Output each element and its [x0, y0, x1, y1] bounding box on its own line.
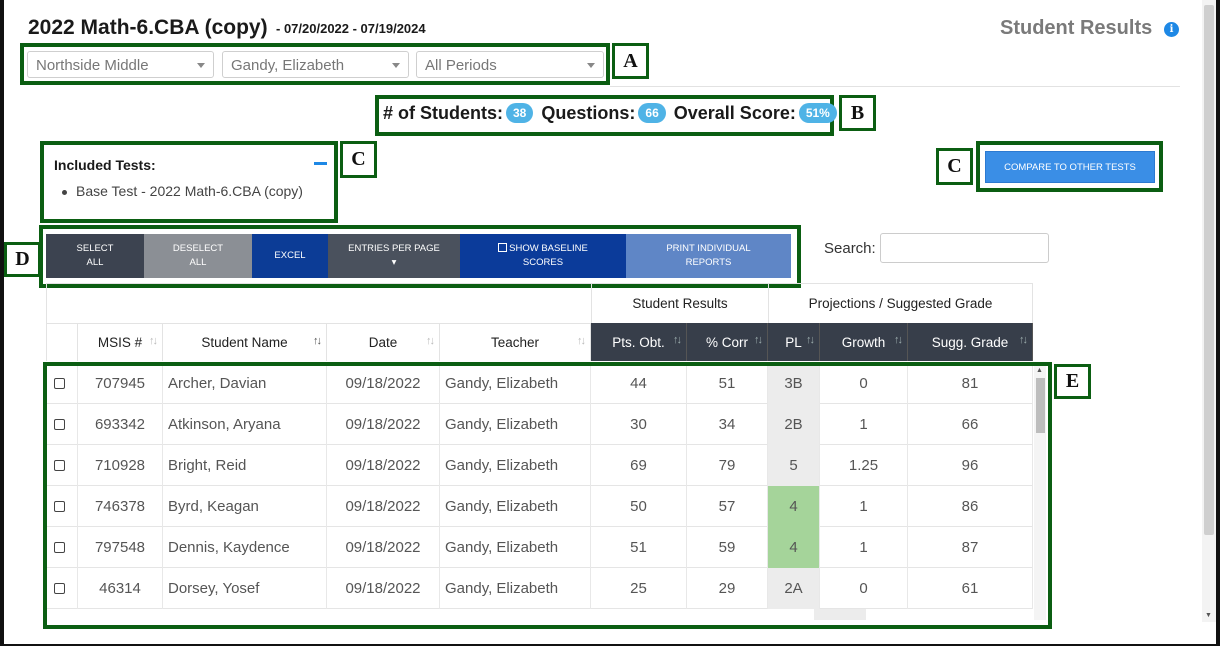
- select-all-label-line1: SELECT: [76, 243, 114, 254]
- col-header-checkbox: [46, 323, 78, 361]
- select-all-label-line2: ALL: [86, 257, 104, 268]
- sort-icon: ↑↓: [673, 334, 682, 346]
- sort-icon: ↑↓: [754, 334, 763, 346]
- chevron-down-icon: [197, 63, 205, 68]
- included-tests-title: Included Tests:: [54, 157, 156, 173]
- sort-icon: ↑↓: [1019, 334, 1028, 346]
- show-baseline-scores-button[interactable]: SHOW BASELINE SCORES: [460, 234, 626, 278]
- sort-icon: ↑↓: [894, 334, 903, 346]
- col-header-pct-corr[interactable]: % Corr ↑↓: [687, 323, 768, 361]
- header-divider: [610, 86, 1180, 87]
- school-select[interactable]: Northside Middle: [27, 51, 214, 78]
- print-label-line2: REPORTS: [685, 257, 732, 268]
- col-header-pl[interactable]: PL ↑↓: [768, 323, 820, 361]
- print-individual-reports-button[interactable]: PRINT INDIVIDUAL REPORTS: [626, 234, 791, 278]
- page-scrollbar-thumb[interactable]: [1204, 5, 1214, 535]
- search-input[interactable]: [880, 233, 1049, 263]
- col-header-pts-label: Pts. Obt.: [612, 334, 665, 350]
- group-header-spacer: [46, 283, 591, 323]
- chevron-down-icon: ▾: [391, 257, 397, 268]
- annotation-box-c-included: [40, 141, 338, 223]
- annotation-box-e: [43, 362, 1052, 629]
- students-count-badge: 38: [506, 103, 534, 124]
- students-label: # of Students:: [383, 103, 503, 123]
- search-label: Search:: [824, 240, 876, 257]
- col-header-growth[interactable]: Growth ↑↓: [820, 323, 908, 361]
- entries-per-page-label: ENTRIES PER PAGE: [348, 243, 440, 254]
- chevron-down-icon: [392, 63, 400, 68]
- chevron-down-icon: [587, 63, 595, 68]
- sort-asc-icon: ↑↓: [313, 335, 322, 347]
- col-header-corr-label: % Corr: [705, 334, 748, 350]
- collapse-icon[interactable]: [314, 162, 327, 165]
- col-header-date-label: Date: [368, 335, 398, 350]
- entries-per-page-button[interactable]: ENTRIES PER PAGE ▾: [328, 234, 460, 278]
- teacher-select[interactable]: Gandy, Elizabeth: [222, 51, 409, 78]
- deselect-all-label-line2: ALL: [189, 257, 207, 268]
- col-header-teacher[interactable]: Teacher ↑↓: [440, 323, 591, 361]
- sort-icon: ↑↓: [806, 334, 815, 346]
- test-title: 2022 Math-6.CBA (copy): [28, 16, 268, 39]
- scroll-down-icon[interactable]: ▼: [1205, 612, 1212, 619]
- col-header-sugg-grade[interactable]: Sugg. Grade ↑↓: [908, 323, 1033, 361]
- period-select[interactable]: All Periods: [416, 51, 604, 78]
- overall-score-badge: 51%: [798, 103, 837, 124]
- overall-score-label: Overall Score:: [673, 103, 796, 123]
- excel-button[interactable]: EXCEL: [252, 234, 328, 278]
- included-test-item: Base Test - 2022 Math-6.CBA (copy): [62, 183, 303, 199]
- deselect-all-button[interactable]: DESELECT ALL: [144, 234, 252, 278]
- excel-label: EXCEL: [274, 250, 306, 261]
- show-baseline-label: SHOW BASELINE: [509, 243, 588, 254]
- col-header-msis-label: MSIS #: [97, 335, 143, 350]
- sort-icon: ↑↓: [426, 335, 435, 347]
- summary-stats: # of Students: 38 Questions: 66 Overall Sc…: [383, 103, 840, 124]
- compare-to-other-tests-button[interactable]: COMPARE TO OTHER TESTS: [985, 151, 1155, 183]
- group-header-projections: Projections / Suggested Grade: [768, 283, 1033, 323]
- col-header-growth-label: Growth: [841, 334, 886, 350]
- annotation-label-c-included: C: [340, 141, 377, 178]
- show-baseline-label-line2: SCORES: [522, 257, 564, 268]
- test-date-range: - 07/20/2022 - 07/19/2024: [276, 21, 426, 36]
- annotation-label-c-compare: C: [936, 148, 973, 185]
- sort-icon: ↑↓: [577, 335, 586, 347]
- col-header-date[interactable]: Date ↑↓: [327, 323, 440, 361]
- col-header-teacher-label: Teacher: [490, 335, 540, 350]
- col-header-name-label: Student Name: [201, 335, 288, 350]
- sort-icon: ↑↓: [149, 335, 158, 347]
- annotation-label-e: E: [1054, 364, 1091, 399]
- annotation-label-b: B: [839, 95, 876, 131]
- period-select-value: All Periods: [425, 57, 497, 74]
- col-header-pts-obt[interactable]: Pts. Obt. ↑↓: [591, 323, 687, 361]
- questions-count-badge: 66: [638, 103, 666, 124]
- questions-label: Questions:: [541, 103, 636, 123]
- info-icon[interactable]: i: [1164, 22, 1179, 37]
- checkbox-icon: [498, 243, 508, 252]
- teacher-select-value: Gandy, Elizabeth: [231, 57, 345, 74]
- school-select-value: Northside Middle: [36, 57, 149, 74]
- select-all-button[interactable]: SELECT ALL: [46, 234, 144, 278]
- annotation-label-a: A: [612, 43, 649, 79]
- col-header-pl-label: PL: [785, 334, 802, 350]
- print-label-line1: PRINT INDIVIDUAL: [666, 243, 751, 254]
- col-header-msis[interactable]: MSIS # ↑↓: [78, 323, 163, 361]
- deselect-all-label-line1: DESELECT: [172, 243, 224, 254]
- col-header-grade-label: Sugg. Grade: [931, 334, 1009, 350]
- page-title: Student Results: [1000, 17, 1153, 39]
- group-header-student-results: Student Results: [591, 283, 768, 323]
- col-header-student-name[interactable]: Student Name ↑↓: [163, 323, 327, 361]
- annotation-label-d: D: [4, 242, 41, 277]
